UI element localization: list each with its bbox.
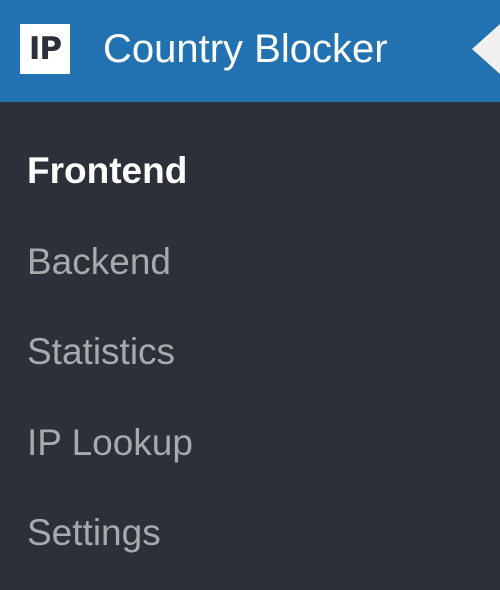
current-menu-arrow-icon (472, 24, 500, 74)
plugin-menu-header[interactable]: IP Country Blocker (0, 0, 500, 102)
plugin-submenu: Frontend Backend Statistics IP Lookup Se… (0, 102, 500, 590)
submenu-item-frontend[interactable]: Frontend (27, 146, 187, 196)
submenu-item-statistics[interactable]: Statistics (27, 327, 175, 377)
plugin-title[interactable]: Country Blocker (103, 24, 388, 74)
submenu-item-ip-lookup[interactable]: IP Lookup (27, 418, 193, 468)
logo-text: IP (28, 30, 62, 67)
ip-logo-icon: IP (20, 24, 70, 74)
submenu-item-backend[interactable]: Backend (27, 237, 171, 287)
submenu-item-settings[interactable]: Settings (27, 508, 161, 558)
